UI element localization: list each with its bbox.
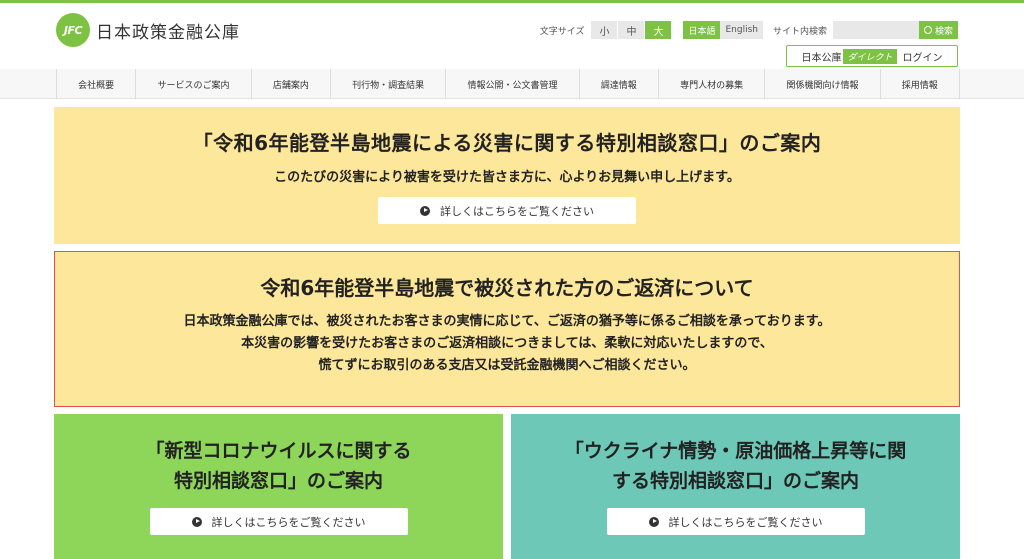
search-label: サイト内検索 <box>772 26 827 37</box>
search-button-label: 検索 <box>934 26 953 37</box>
nav-item-specialists[interactable]: 専門人材の募集 <box>657 69 764 99</box>
jfc-logo-icon: JFC <box>56 13 90 47</box>
earthquake-consultation-banner: 「令和6年能登半島地震による災害に関する特別相談窓口」のご案内 このたびの災害に… <box>54 107 960 244</box>
nav-item-services[interactable]: サービスのご案内 <box>135 69 250 99</box>
nav-item-branches[interactable]: 店舗案内 <box>250 69 330 99</box>
font-size-medium-button[interactable]: 中 <box>618 21 645 39</box>
banner1-subtitle: このたびの災害により被害を受けた皆さま方に、心よりお見舞い申し上げます。 <box>274 170 740 185</box>
corona-details-label: 詳しくはこちらをご覧ください <box>211 515 366 529</box>
earthquake-repayment-notice: 令和6年能登半島地震で被災された方のご返済について 日本政策金融公庫では、被災さ… <box>54 251 960 407</box>
corona-details-button[interactable]: 詳しくはこちらをご覧ください <box>149 508 408 535</box>
search-button[interactable]: 検索 <box>918 21 958 39</box>
corona-consultation-card: 「新型コロナウイルスに関する 特別相談窓口」のご案内 詳しくはこちらをご覧くださ… <box>54 414 503 559</box>
banner2-line: 日本政策金融公庫では、被災されたお客さまの実情に応じて、ご返済の猶予等に係るご相… <box>183 314 831 329</box>
font-size-small-button[interactable]: 小 <box>591 21 618 39</box>
corona-title-line: 「新型コロナウイルスに関する <box>145 440 412 462</box>
nav-item-disclosure[interactable]: 情報公開・公文書管理 <box>445 69 578 99</box>
nav-item-procurement[interactable]: 調達情報 <box>578 69 658 99</box>
direct-tag: ダイレクト <box>843 48 897 64</box>
site-logo[interactable]: JFC 日本政策金融公庫 <box>56 13 240 47</box>
play-circle-icon <box>191 516 202 527</box>
banner2-title: 令和6年能登半島地震で被災された方のご返済について <box>260 276 754 300</box>
ukraine-title-line: 「ウクライナ情勢・原油価格上昇等に関 <box>564 440 907 462</box>
banner1-details-button[interactable]: 詳しくはこちらをご覧ください <box>378 197 636 224</box>
play-circle-icon <box>648 516 659 527</box>
logo-text: 日本政策金融公庫 <box>96 22 240 43</box>
corona-card-title: 「新型コロナウイルスに関する 特別相談窓口」のご案内 <box>54 436 503 496</box>
ukraine-details-label: 詳しくはこちらをご覧ください <box>668 515 823 529</box>
banner1-details-label: 詳しくはこちらをご覧ください <box>440 204 594 218</box>
font-size-large-button[interactable]: 大 <box>645 21 672 39</box>
play-circle-icon <box>420 205 430 216</box>
ukraine-title-line: する特別相談窓口」のご案内 <box>611 470 859 492</box>
direct-login-button[interactable]: 日本公庫 ダイレクト ログイン <box>786 45 958 67</box>
ukraine-card-title: 「ウクライナ情勢・原油価格上昇等に関 する特別相談窓口」のご案内 <box>511 436 960 496</box>
lang-english-button[interactable]: English <box>720 21 763 39</box>
ukraine-consultation-card: 「ウクライナ情勢・原油価格上昇等に関 する特別相談窓口」のご案内 詳しくはこちら… <box>511 414 960 559</box>
banner2-body: 日本政策金融公庫では、被災されたお客さまの実情に応じて、ご返済の猶予等に係るご相… <box>55 311 959 377</box>
nav-item-company[interactable]: 会社概要 <box>56 69 135 99</box>
nav-item-publications[interactable]: 刊行物・調査結果 <box>329 69 445 99</box>
search-icon <box>923 26 932 34</box>
direct-login-label: ログイン <box>902 52 943 64</box>
nav-item-partners[interactable]: 関係機関向け情報 <box>764 69 879 99</box>
search-input[interactable] <box>832 21 919 39</box>
utility-bar: 文字サイズ 小 中 大 日本語 English サイト内検索 検索 <box>540 21 958 39</box>
banner2-line: 慌てずにお取引のある支店又は受託金融機関へご相談ください。 <box>318 358 696 373</box>
site-header: JFC 日本政策金融公庫 文字サイズ 小 中 大 日本語 English サイト… <box>0 3 1024 69</box>
language-switcher: 日本語 English <box>683 21 763 39</box>
nav-item-recruit[interactable]: 採用情報 <box>879 69 960 99</box>
banner2-line: 本災害の影響を受けたお客さまのご返済相談につきましては、柔軟に対応いたしますので… <box>241 336 773 351</box>
ukraine-details-button[interactable]: 詳しくはこちらをご覧ください <box>606 508 865 535</box>
direct-prefix: 日本公庫 <box>801 52 842 64</box>
corona-title-line: 特別相談窓口」のご案内 <box>173 470 383 492</box>
banner1-title: 「令和6年能登半島地震による災害に関する特別相談窓口」のご案内 <box>192 131 822 155</box>
lang-japanese-button[interactable]: 日本語 <box>683 21 721 39</box>
font-size-label: 文字サイズ <box>539 26 585 37</box>
global-nav: 会社概要 サービスのご案内 店舗案内 刊行物・調査結果 情報公開・公文書管理 調… <box>0 69 1024 99</box>
